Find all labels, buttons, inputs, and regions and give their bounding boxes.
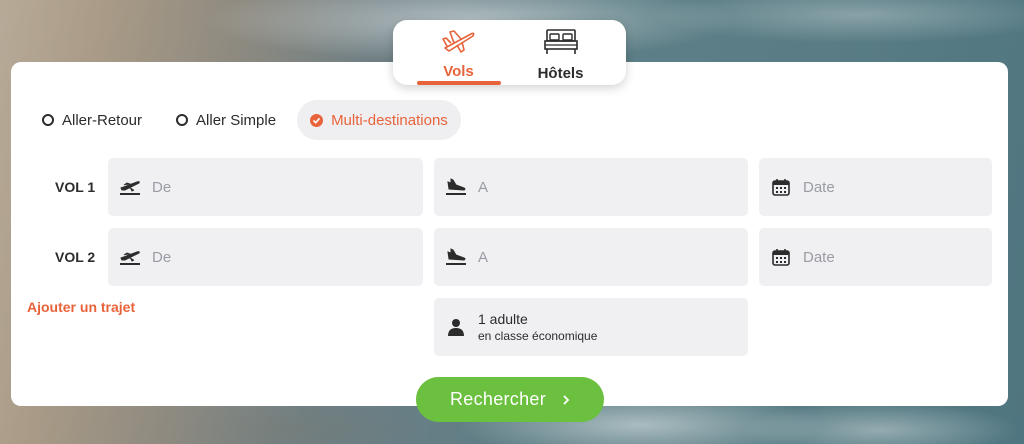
radio-unchecked-icon (176, 114, 189, 126)
search-button-label: Rechercher (449, 389, 547, 409)
passengers-count: 1 adulte (478, 311, 528, 327)
add-trip-link[interactable]: Ajouter un trajet (27, 299, 135, 315)
tab-flights[interactable]: Vols (413, 20, 505, 85)
tab-flights-label: Vols (443, 63, 474, 80)
flight-2-origin-field[interactable]: De (108, 228, 423, 286)
product-tabs: Vols Hôtels (393, 20, 626, 85)
date-placeholder: Date (803, 178, 835, 196)
flight-1-destination-field[interactable]: A (434, 158, 748, 216)
flight-1-label: VOL 1 (55, 179, 96, 195)
chevron-right-icon (562, 394, 570, 406)
origin-placeholder: De (152, 178, 172, 196)
cabin-class: en classe économique (478, 329, 598, 343)
trip-type-selector: Aller-Retour Aller Simple Multi-destinat… (29, 100, 469, 140)
calendar-icon (769, 245, 793, 269)
trip-type-label: Aller Simple (196, 111, 277, 129)
arrival-icon (444, 175, 468, 199)
flight-1-date-field[interactable]: Date (759, 158, 992, 216)
tab-hotels[interactable]: Hôtels (515, 20, 607, 85)
flight-1-origin-field[interactable]: De (108, 158, 423, 216)
flight-2-destination-field[interactable]: A (434, 228, 748, 286)
trip-type-one-way[interactable]: Aller Simple (163, 100, 289, 140)
search-form-card: Aller-Retour Aller Simple Multi-destinat… (11, 62, 1008, 406)
trip-type-label: Multi-destinations (331, 111, 448, 129)
destination-placeholder: A (478, 178, 489, 196)
search-button[interactable]: Rechercher (416, 377, 604, 422)
airplane-icon (441, 28, 476, 59)
person-icon (444, 315, 468, 339)
calendar-icon (769, 175, 793, 199)
radio-unchecked-icon (42, 114, 54, 126)
bed-icon (543, 28, 579, 61)
destination-placeholder: A (478, 248, 489, 266)
origin-placeholder: De (152, 248, 172, 266)
passengers-field[interactable]: 1 adulte en classe économique (434, 298, 748, 356)
date-placeholder: Date (803, 248, 835, 266)
radio-checked-icon (310, 113, 324, 127)
departure-icon (118, 175, 142, 199)
arrival-icon (444, 245, 468, 269)
trip-type-multi-destination[interactable]: Multi-destinations (297, 100, 461, 140)
flight-2-label: VOL 2 (55, 249, 96, 265)
flight-2-date-field[interactable]: Date (759, 228, 992, 286)
departure-icon (118, 245, 142, 269)
trip-type-round-trip[interactable]: Aller-Retour (29, 100, 155, 140)
trip-type-label: Aller-Retour (62, 111, 143, 129)
tab-hotels-label: Hôtels (537, 65, 584, 82)
